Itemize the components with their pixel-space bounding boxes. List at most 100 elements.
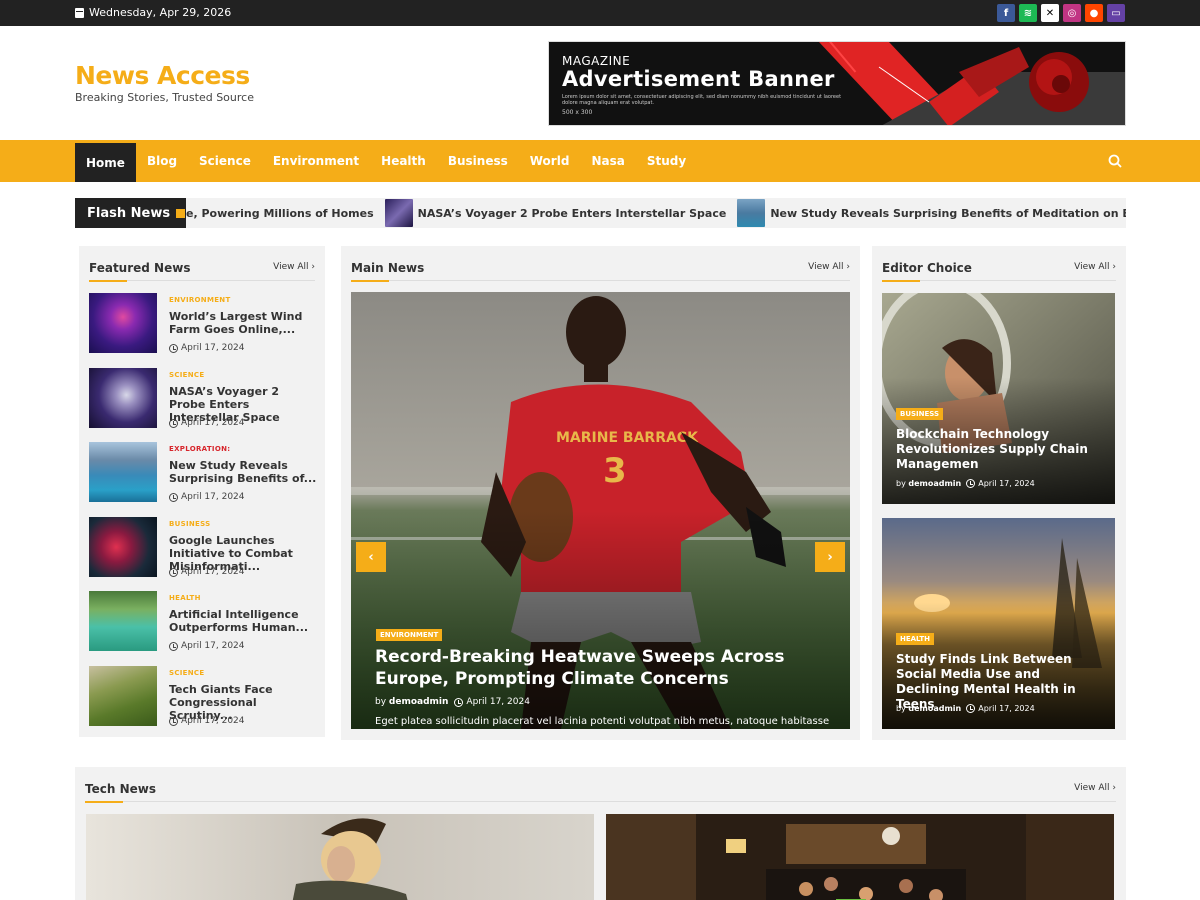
- clock-icon: [169, 492, 178, 502]
- article-date: April 17, 2024: [978, 479, 1035, 488]
- editor-card[interactable]: BUSINESS Blockchain Technology Revolutio…: [882, 293, 1115, 504]
- ticker-item[interactable]: New Study Reveals Surprising Benefits of…: [737, 199, 1126, 227]
- panel-header: Editor Choice View All ›: [882, 256, 1116, 282]
- category-badge[interactable]: BUSINESS: [896, 408, 944, 420]
- top-bar: Wednesday, Apr 29, 2026 f ≋ ✕ ◎ ● ▭: [0, 0, 1200, 26]
- flash-news-label-text: Flash News: [87, 205, 171, 221]
- panel-title: Featured News: [89, 261, 191, 282]
- date-text: Wednesday, Apr 29, 2026: [89, 6, 232, 19]
- list-item[interactable]: HEALTH Artificial Intelligence Outperfor…: [89, 591, 315, 653]
- panel-title: Editor Choice: [882, 261, 972, 282]
- calendar-icon: [75, 7, 84, 18]
- article-date: April 17, 2024: [169, 418, 245, 428]
- article-title[interactable]: New Study Reveals Surprising Benefits of…: [169, 459, 319, 485]
- nav-item-world[interactable]: World: [519, 140, 581, 182]
- ticker-item[interactable]: e, Powering Millions of Homes: [186, 207, 374, 220]
- category-label[interactable]: SCIENCE: [169, 669, 204, 677]
- date-display: Wednesday, Apr 29, 2026: [75, 6, 231, 19]
- view-all-link[interactable]: View All ›: [1074, 783, 1116, 793]
- article-title[interactable]: Artificial Intelligence Outperforms Huma…: [169, 608, 319, 634]
- author-link[interactable]: demoadmin: [908, 479, 961, 488]
- article-date: April 17, 2024: [169, 716, 245, 726]
- byline-prefix: by: [375, 697, 387, 707]
- view-all-link[interactable]: View All ›: [273, 262, 315, 272]
- nav-item-home[interactable]: Home: [75, 140, 136, 182]
- editor-card[interactable]: HEALTH Study Finds Link Between Social M…: [882, 518, 1115, 729]
- x-icon[interactable]: ✕: [1041, 4, 1059, 22]
- category-label[interactable]: EXPLORATION:: [169, 445, 230, 453]
- category-badge[interactable]: ENVIRONMENT: [376, 629, 443, 641]
- article-thumbnail[interactable]: [606, 814, 1114, 900]
- nav-item-health[interactable]: Health: [370, 140, 437, 182]
- nav-item-blog[interactable]: Blog: [136, 140, 188, 182]
- article-image: [86, 814, 594, 900]
- author-link[interactable]: demoadmin: [908, 704, 961, 713]
- article-title[interactable]: Study Finds Link Between Social Media Us…: [896, 652, 1106, 712]
- chevron-left-icon: ‹: [368, 549, 374, 565]
- instagram-icon[interactable]: ◎: [1063, 4, 1081, 22]
- list-item[interactable]: BUSINESS Google Launches Initiative to C…: [89, 517, 315, 579]
- panel-header: Main News View All ›: [351, 256, 850, 282]
- flash-dot-icon: [176, 208, 186, 218]
- featured-article-slide[interactable]: MARINE BARRACK 3 ‹ › ENVIRONMENT Record-…: [351, 292, 850, 729]
- article-thumbnail[interactable]: [89, 517, 157, 577]
- nav-item-science[interactable]: Science: [188, 140, 262, 182]
- article-thumbnail[interactable]: [89, 368, 157, 428]
- article-meta: by demoadmin April 17, 2024: [375, 697, 530, 707]
- category-label[interactable]: HEALTH: [169, 594, 201, 602]
- featured-news-panel: Featured News View All › ENVIRONMENT Wor…: [79, 246, 325, 737]
- banner-title: Advertisement Banner: [562, 67, 835, 91]
- nav-item-nasa[interactable]: Nasa: [580, 140, 635, 182]
- list-item[interactable]: SCIENCE NASA’s Voyager 2 Probe Enters In…: [89, 368, 315, 430]
- ticker-track: e, Powering Millions of Homes NASA’s Voy…: [186, 198, 1126, 228]
- article-date: April 17, 2024: [169, 492, 245, 502]
- reddit-icon[interactable]: ●: [1085, 4, 1103, 22]
- clock-icon: [454, 697, 464, 707]
- chevron-right-icon: ›: [311, 262, 315, 272]
- article-date: April 17, 2024: [169, 641, 245, 651]
- banner-text: Lorem ipsum dolor sit amet, consectetuer…: [562, 94, 842, 106]
- panel-title: Tech News: [85, 782, 156, 803]
- panel-header: Tech News View All ›: [85, 777, 1116, 803]
- article-meta: by demoadmin April 17, 2024: [896, 479, 1035, 488]
- search-icon[interactable]: [1108, 154, 1122, 168]
- nav-item-environment[interactable]: Environment: [262, 140, 370, 182]
- category-label[interactable]: BUSINESS: [169, 520, 210, 528]
- nav-item-study[interactable]: Study: [636, 140, 697, 182]
- article-date: April 17, 2024: [466, 697, 530, 707]
- category-badge[interactable]: HEALTH: [896, 633, 934, 645]
- list-item[interactable]: SCIENCE Tech Giants Face Congressional S…: [89, 666, 315, 728]
- slider-next-button[interactable]: ›: [815, 542, 845, 572]
- category-label[interactable]: ENVIRONMENT: [169, 296, 231, 304]
- article-thumbnail[interactable]: [89, 666, 157, 726]
- author-link[interactable]: demoadmin: [389, 697, 449, 707]
- spotify-icon[interactable]: ≋: [1019, 4, 1037, 22]
- facebook-icon[interactable]: f: [997, 4, 1015, 22]
- article-title[interactable]: Blockchain Technology Revolutionizes Sup…: [896, 427, 1106, 472]
- panel-title: Main News: [351, 261, 425, 282]
- banner-size: 500 x 300: [562, 109, 593, 116]
- view-all-link[interactable]: View All ›: [808, 262, 850, 272]
- main-navigation: Home Blog Science Environment Health Bus…: [0, 140, 1200, 182]
- ticker-item-title: New Study Reveals Surprising Benefits of…: [770, 206, 1126, 220]
- article-thumbnail[interactable]: [86, 814, 594, 900]
- view-all-link[interactable]: View All ›: [1074, 262, 1116, 272]
- site-title[interactable]: News Access: [75, 61, 250, 90]
- category-label[interactable]: SCIENCE: [169, 371, 204, 379]
- article-thumbnail[interactable]: [89, 442, 157, 502]
- advertisement-banner[interactable]: MAGAZINE Advertisement Banner Lorem ipsu…: [548, 41, 1126, 126]
- article-thumbnail[interactable]: [89, 591, 157, 651]
- clock-icon: [169, 716, 178, 726]
- twitch-icon[interactable]: ▭: [1107, 4, 1125, 22]
- article-headline[interactable]: Record-Breaking Heatwave Sweeps Across E…: [375, 646, 845, 690]
- clock-icon: [169, 567, 178, 577]
- panel-header: Featured News View All ›: [89, 256, 315, 282]
- slider-prev-button[interactable]: ‹: [356, 542, 386, 572]
- list-item[interactable]: EXPLORATION: New Study Reveals Surprisin…: [89, 442, 316, 504]
- article-date: April 17, 2024: [169, 343, 245, 353]
- ticker-item[interactable]: NASA’s Voyager 2 Probe Enters Interstell…: [384, 199, 726, 227]
- article-thumbnail[interactable]: [89, 293, 157, 353]
- article-title[interactable]: World’s Largest Wind Farm Goes Online,..…: [169, 310, 319, 336]
- nav-item-business[interactable]: Business: [437, 140, 519, 182]
- list-item[interactable]: ENVIRONMENT World’s Largest Wind Farm Go…: [89, 293, 315, 355]
